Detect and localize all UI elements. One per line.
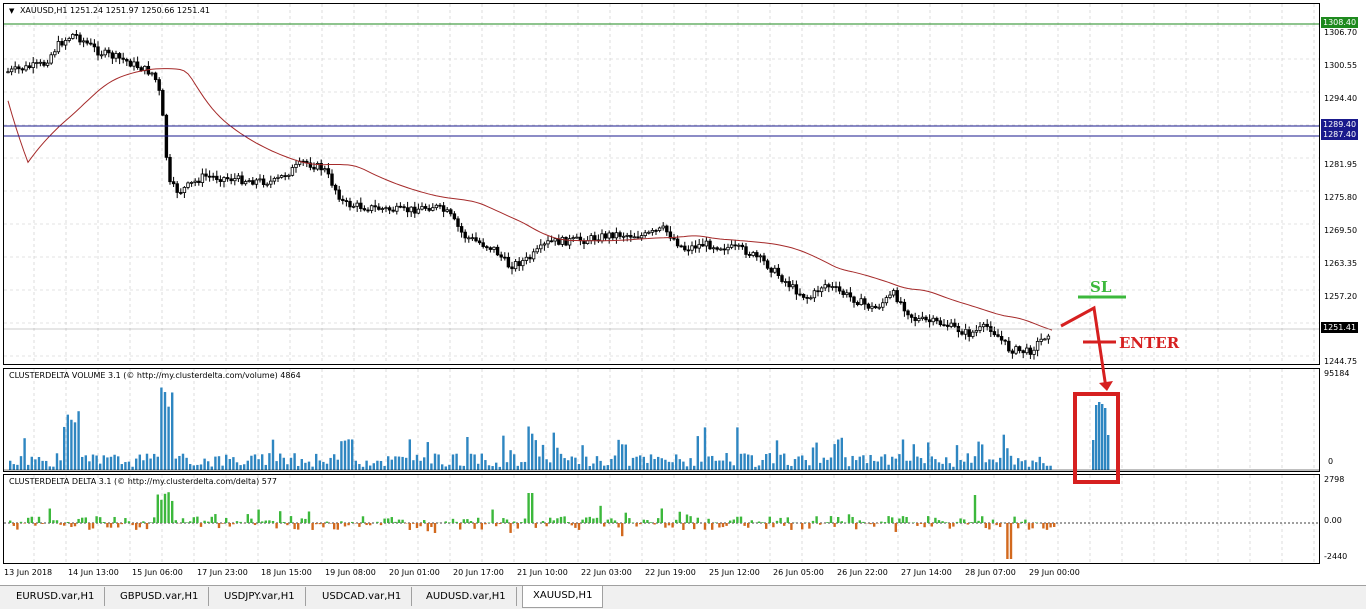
sl-label: SL bbox=[1090, 278, 1111, 296]
arrow-head-icon bbox=[1099, 381, 1113, 391]
tab-eurusd[interactable]: EURUSD.var,H1 bbox=[6, 587, 105, 606]
tab-audusd[interactable]: AUDUSD.var,H1 bbox=[416, 587, 517, 606]
tab-xauusd[interactable]: XAUUSD,H1 bbox=[522, 586, 603, 608]
tab-gbpusd[interactable]: GBPUSD.var,H1 bbox=[110, 587, 209, 606]
dropdown-triangle-icon[interactable]: ▼ bbox=[9, 7, 14, 15]
volume-spike-box bbox=[1075, 394, 1118, 482]
volume-indicator-title: CLUSTERDELTA VOLUME 3.1 (© http://my.clu… bbox=[9, 371, 301, 380]
chart-title-bar: ▼ XAUUSD,H1 1251.24 1251.97 1250.66 1251… bbox=[9, 6, 210, 15]
symbol-title: XAUUSD,H1 bbox=[20, 6, 68, 15]
ohlc-readout: 1251.24 1251.97 1250.66 1251.41 bbox=[70, 6, 210, 15]
tab-usdcad[interactable]: USDCAD.var,H1 bbox=[312, 587, 412, 606]
delta-indicator-title: CLUSTERDELTA DELTA 3.1 (© http://my.clus… bbox=[9, 477, 277, 486]
chart-tab-bar: EURUSD.var,H1 GBPUSD.var,H1 USDJPY.var,H… bbox=[0, 585, 1366, 609]
enter-label: ENTER bbox=[1119, 334, 1179, 352]
trade-annotation-overlay bbox=[0, 0, 1366, 608]
tab-usdjpy[interactable]: USDJPY.var,H1 bbox=[214, 587, 306, 606]
price-path-arrow bbox=[1061, 308, 1106, 388]
